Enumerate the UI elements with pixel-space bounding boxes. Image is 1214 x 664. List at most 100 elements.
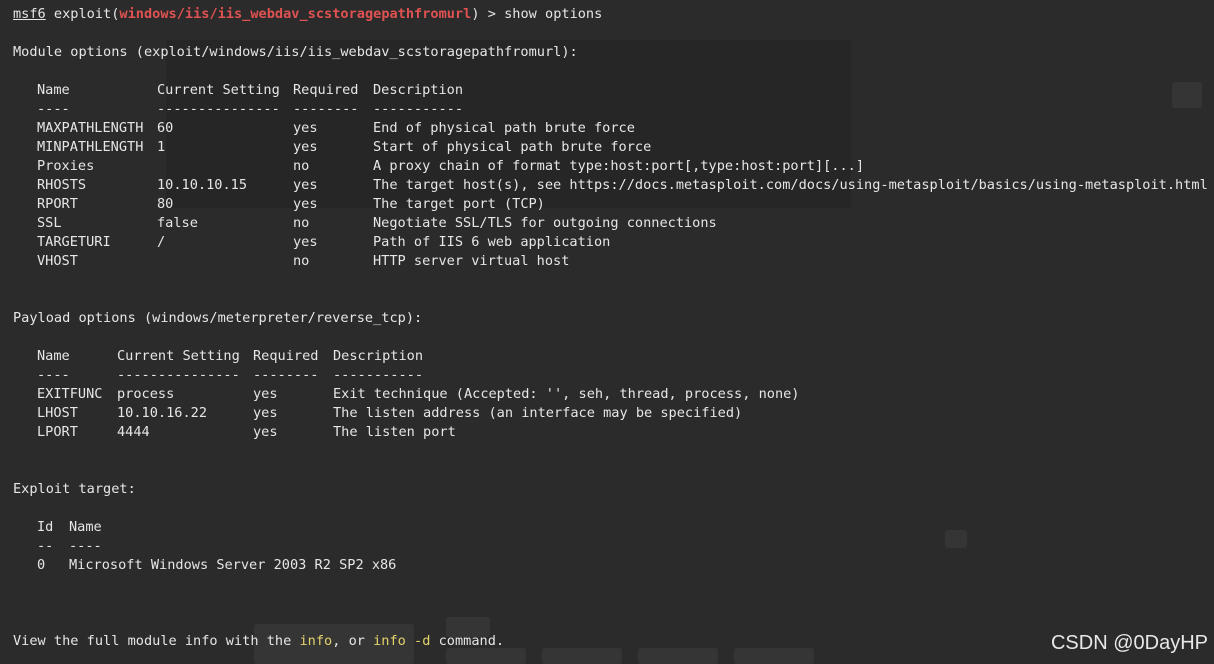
option-required: yes: [293, 196, 318, 212]
module-col-required: Required: [293, 82, 359, 98]
option-description: Exit technique (Accepted: '', seh, threa…: [333, 386, 800, 402]
module-options-underline-row: ---- --------------- -------- ----------…: [0, 100, 1214, 119]
target-name: Microsoft Windows Server 2003 R2 SP2 x86: [69, 557, 397, 573]
msf-prompt: msf6: [13, 6, 46, 22]
module-col-name: Name: [37, 82, 70, 98]
module-col-description: Description: [373, 82, 464, 98]
option-value: 80: [157, 196, 174, 212]
option-value: 1: [157, 139, 166, 155]
exploit-target-underline-row: -- ----: [0, 537, 1214, 556]
option-required: no: [293, 253, 310, 269]
option-value: 4444: [117, 424, 150, 440]
footer-text: command.: [430, 633, 505, 649]
footer-text: , or: [332, 633, 374, 649]
option-name: LPORT: [37, 424, 78, 440]
prompt-command: show options: [504, 6, 603, 22]
option-name: RHOSTS: [37, 177, 87, 193]
option-name: EXITFUNC: [37, 386, 103, 402]
table-row: Proxies no A proxy chain of format type:…: [0, 157, 1214, 176]
exploit-target-heading: Exploit target:: [13, 481, 136, 497]
option-required: yes: [253, 424, 278, 440]
info-command: info: [299, 633, 333, 649]
option-name: LHOST: [37, 405, 78, 421]
option-required: yes: [293, 139, 318, 155]
background-card: [734, 648, 814, 664]
option-name: MAXPATHLENGTH: [37, 120, 144, 136]
footer-info-line: View the full module info with the info,…: [13, 632, 504, 651]
exploit-target-header-row: Id Name: [0, 518, 1214, 537]
module-options-heading: Module options (exploit/windows/iis/iis_…: [13, 44, 578, 60]
option-value: 10.10.10.15: [157, 177, 248, 193]
option-name: RPORT: [37, 196, 78, 212]
info-d-command: info -d: [373, 633, 431, 649]
payload-options-heading: Payload options (windows/meterpreter/rev…: [13, 310, 423, 326]
underline: --: [37, 538, 54, 554]
table-row: RHOSTS 10.10.10.15 yes The target host(s…: [0, 176, 1214, 195]
payload-col-name: Name: [37, 348, 70, 364]
table-row: RPORT 80 yes The target port (TCP): [0, 195, 1214, 214]
payload-options-underline-row: ---- --------------- -------- ----------…: [0, 366, 1214, 385]
underline: --------: [293, 101, 359, 117]
prompt-module-name: windows/iis/iis_webdav_scstoragepathfrom…: [119, 6, 472, 22]
background-card: [542, 648, 622, 664]
table-row: 0 Microsoft Windows Server 2003 R2 SP2 x…: [0, 556, 1214, 575]
table-row: LPORT 4444 yes The listen port: [0, 423, 1214, 442]
table-row: TARGETURI / yes Path of IIS 6 web applic…: [0, 233, 1214, 252]
underline: -----------: [333, 367, 424, 383]
option-name: Proxies: [37, 158, 95, 174]
option-description: Start of physical path brute force: [373, 139, 652, 155]
payload-options-header-row: Name Current Setting Required Descriptio…: [0, 347, 1214, 366]
option-description: The target host(s), see https://docs.met…: [373, 177, 1208, 193]
option-required: no: [293, 158, 310, 174]
command-prompt-line: msf6 exploit(windows/iis/iis_webdav_scst…: [13, 5, 602, 24]
option-description: A proxy chain of format type:host:port[,…: [373, 158, 865, 174]
underline: ---------------: [157, 101, 280, 117]
option-required: yes: [293, 120, 318, 136]
option-description: HTTP server virtual host: [373, 253, 570, 269]
option-required: yes: [293, 234, 318, 250]
payload-col-description: Description: [333, 348, 424, 364]
option-value: 60: [157, 120, 174, 136]
underline: -----------: [373, 101, 464, 117]
option-description: Path of IIS 6 web application: [373, 234, 611, 250]
option-value: /: [157, 234, 166, 250]
table-row: SSL false no Negotiate SSL/TLS for outgo…: [0, 214, 1214, 233]
option-value: 10.10.16.22: [117, 405, 208, 421]
payload-col-required: Required: [253, 348, 319, 364]
target-col-id: Id: [37, 519, 54, 535]
table-row: MINPATHLENGTH 1 yes Start of physical pa…: [0, 138, 1214, 157]
prompt-suffix: ) >: [471, 6, 505, 22]
underline: ----: [37, 101, 70, 117]
target-col-name: Name: [69, 519, 102, 535]
option-description: Negotiate SSL/TLS for outgoing connectio…: [373, 215, 717, 231]
table-row: VHOST no HTTP server virtual host: [0, 252, 1214, 271]
option-required: yes: [293, 177, 318, 193]
option-value: false: [157, 215, 198, 231]
option-value: process: [117, 386, 175, 402]
background-card: [638, 648, 718, 664]
footer-text: View the full module info with the: [13, 633, 300, 649]
underline: ---------------: [117, 367, 240, 383]
option-description: The listen port: [333, 424, 456, 440]
module-options-header-row: Name Current Setting Required Descriptio…: [0, 81, 1214, 100]
option-description: End of physical path brute force: [373, 120, 635, 136]
option-required: no: [293, 215, 310, 231]
option-name: VHOST: [37, 253, 78, 269]
option-description: The target port (TCP): [373, 196, 545, 212]
module-col-current-setting: Current Setting: [157, 82, 280, 98]
option-required: yes: [253, 405, 278, 421]
option-name: SSL: [37, 215, 62, 231]
table-row: EXITFUNC process yes Exit technique (Acc…: [0, 385, 1214, 404]
table-row: MAXPATHLENGTH 60 yes End of physical pat…: [0, 119, 1214, 138]
target-id: 0: [37, 557, 46, 573]
payload-col-current-setting: Current Setting: [117, 348, 240, 364]
csdn-watermark: CSDN @0DayHP: [1050, 632, 1208, 654]
underline: ----: [37, 367, 70, 383]
option-name: MINPATHLENGTH: [37, 139, 144, 155]
underline: ----: [69, 538, 102, 554]
table-row: LHOST 10.10.16.22 yes The listen address…: [0, 404, 1214, 423]
underline: --------: [253, 367, 319, 383]
option-description: The listen address (an interface may be …: [333, 405, 743, 421]
prompt-exploit-prefix: exploit(: [45, 6, 120, 22]
option-name: TARGETURI: [37, 234, 111, 250]
